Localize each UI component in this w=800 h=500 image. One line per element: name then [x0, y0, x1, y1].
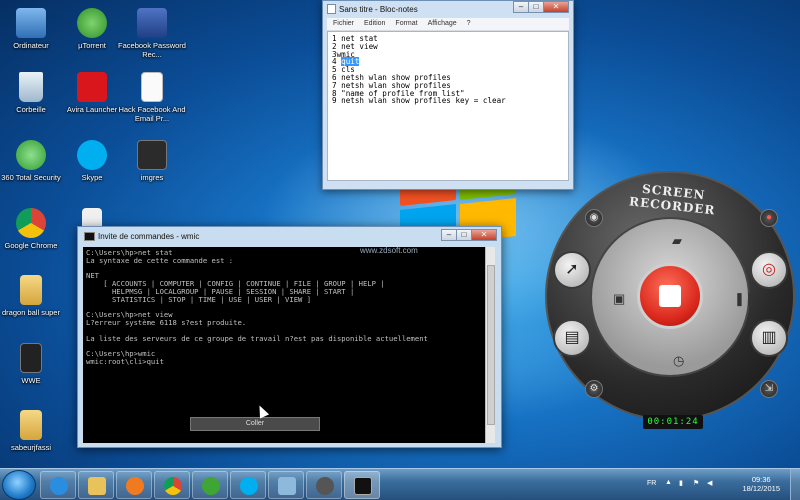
- taskbar-skype[interactable]: [230, 471, 266, 499]
- chrome-icon: [16, 208, 46, 238]
- notepad-line-selected: 4 quit: [332, 57, 564, 67]
- menu-affichage[interactable]: Affichage: [428, 20, 457, 30]
- system-tray: FR ▲ ▮ ⚑ ◀ 09:36 18/12/2015: [615, 469, 800, 500]
- avira-icon: [77, 72, 107, 102]
- taskbar-ie[interactable]: [40, 471, 76, 499]
- maximize-button[interactable]: □: [528, 1, 544, 13]
- camera-icon[interactable]: ▣: [613, 291, 625, 307]
- timer-icon[interactable]: ◷: [673, 353, 684, 369]
- resize-icon[interactable]: ⇲: [760, 380, 778, 398]
- cursor-mode-button[interactable]: ➚: [553, 251, 591, 289]
- utorrent-icon: [202, 477, 220, 495]
- taskbar: FR ▲ ▮ ⚑ ◀ 09:36 18/12/2015: [0, 468, 800, 500]
- taskbar-chrome[interactable]: [154, 471, 190, 499]
- 360-security-icon: [16, 140, 46, 170]
- recycle-bin-icon: [19, 72, 43, 102]
- menu-fichier[interactable]: Fichier: [333, 20, 354, 30]
- clock-time: 09:36: [751, 475, 771, 484]
- ie-icon: [50, 477, 68, 495]
- facebook-password-icon: [137, 8, 167, 38]
- stop-icon[interactable]: [659, 285, 681, 307]
- menu-format[interactable]: Format: [395, 20, 417, 30]
- menu-help[interactable]: ?: [467, 20, 471, 30]
- skype-icon: [240, 477, 258, 495]
- close-button[interactable]: ✕: [543, 1, 569, 13]
- taskbar-screen-recorder[interactable]: [306, 471, 342, 499]
- folder-icon[interactable]: ▰: [672, 233, 682, 249]
- media-player-icon: [126, 477, 144, 495]
- desktop-icon-dragon-ball[interactable]: dragon ball super: [0, 275, 66, 317]
- maximize-button[interactable]: □: [456, 229, 472, 241]
- notepad-title: Sans titre - Bloc-notes: [339, 5, 418, 14]
- pause-icon[interactable]: ❚❚: [734, 291, 756, 307]
- recorder-settings-icon[interactable]: ◉: [585, 209, 603, 227]
- console-line: STATISTICS | STOP | TIME | USE | USER | …: [86, 294, 312, 304]
- cmd-titlebar[interactable]: Invite de commandes - wmic – □ ✕: [78, 227, 501, 246]
- watermark-text: www.zdsoft.com: [360, 246, 418, 255]
- cmd-console[interactable]: C:\Users\hp>net stat La syntaxe de cette …: [83, 247, 488, 443]
- skype-icon: [77, 140, 107, 170]
- cmd-scrollbar[interactable]: [485, 247, 495, 443]
- start-button[interactable]: [2, 470, 36, 500]
- clock[interactable]: 09:36 18/12/2015: [742, 475, 780, 493]
- console-line: La syntaxe de cette commande est :: [86, 255, 234, 265]
- close-button[interactable]: ✕: [471, 229, 497, 241]
- film-button[interactable]: ▤: [553, 319, 591, 357]
- desktop-icon-facebook-password[interactable]: Facebook Password Rec...: [117, 8, 187, 59]
- clock-date: 18/12/2015: [742, 484, 780, 493]
- screen-recorder-widget[interactable]: SCREEN RECORDER ◉ ● ⚙ ⇲ ➚ ▤ ◎ ▥ ▰ ▣ ❚❚ ◷…: [545, 165, 795, 440]
- notepad-menubar: Fichier Edition Format Affichage ?: [327, 18, 569, 31]
- volume-icon[interactable]: ◀: [707, 479, 712, 487]
- film-list-button[interactable]: ▥: [750, 319, 788, 357]
- folder-icon: [20, 410, 42, 440]
- notepad-icon: [327, 4, 336, 14]
- gear-icon[interactable]: ⚙: [585, 380, 603, 398]
- wwe-icon: [20, 343, 42, 373]
- image-icon: [137, 140, 167, 170]
- computer-icon: [16, 8, 46, 38]
- show-desktop-button[interactable]: [790, 469, 800, 500]
- document-icon: [141, 72, 163, 102]
- desktop-icon-sabeurjfassi[interactable]: sabeurjfassi: [0, 410, 66, 452]
- network-icon[interactable]: ▮: [679, 479, 683, 487]
- cmd-title: Invite de commandes - wmic: [98, 232, 200, 241]
- notepad-line: 2 net view: [332, 41, 378, 51]
- taskbar-media-player[interactable]: [116, 471, 152, 499]
- notepad-icon: [278, 477, 296, 495]
- flag-icon[interactable]: ⚑: [693, 479, 699, 487]
- notepad-titlebar[interactable]: Sans titre - Bloc-notes – □ ✕: [323, 1, 573, 18]
- paste-button[interactable]: Coller: [190, 417, 320, 431]
- menu-edition[interactable]: Edition: [364, 20, 385, 30]
- tray-arrow-icon[interactable]: ▲: [665, 479, 672, 486]
- explorer-icon: [88, 477, 106, 495]
- cmd-icon: [354, 477, 372, 495]
- desktop-icon-hack-facebook[interactable]: Hack Facebook And Email Pr...: [117, 72, 187, 123]
- language-indicator[interactable]: FR: [647, 480, 656, 487]
- desktop-icon-imgres[interactable]: imgres: [117, 140, 187, 182]
- folder-icon: [20, 275, 42, 305]
- cmd-icon: [84, 232, 95, 241]
- recording-timer: 00:01:24: [643, 415, 703, 429]
- scrollbar-thumb[interactable]: [487, 265, 495, 425]
- chrome-icon: [164, 477, 182, 495]
- taskbar-explorer[interactable]: [78, 471, 114, 499]
- console-line: La liste des serveurs de ce groupe de tr…: [86, 333, 428, 343]
- taskbar-utorrent[interactable]: [192, 471, 228, 499]
- utorrent-icon: [77, 8, 107, 38]
- taskbar-cmd[interactable]: [344, 471, 380, 499]
- minimize-button[interactable]: –: [513, 1, 529, 13]
- recorder-close-icon[interactable]: ●: [760, 209, 778, 227]
- screen-recorder-icon: [316, 477, 334, 495]
- notepad-window[interactable]: Sans titre - Bloc-notes – □ ✕ Fichier Ed…: [322, 0, 574, 190]
- console-line: L?erreur système 6118 s?est produite.: [86, 318, 247, 328]
- webcam-button[interactable]: ◎: [750, 251, 788, 289]
- notepad-text-area[interactable]: 1 net stat 2 net view 3wmic 4 quit 5 cls 6 ne…: [327, 31, 569, 181]
- notepad-line: 9 netsh wlan show profiles key = clear: [332, 96, 506, 106]
- cmd-window[interactable]: Invite de commandes - wmic – □ ✕ C:\User…: [77, 226, 502, 448]
- console-line: wmic:root\cli>quit: [86, 357, 164, 367]
- notepad-line: 3wmic: [332, 49, 355, 59]
- taskbar-notepad[interactable]: [268, 471, 304, 499]
- minimize-button[interactable]: –: [441, 229, 457, 241]
